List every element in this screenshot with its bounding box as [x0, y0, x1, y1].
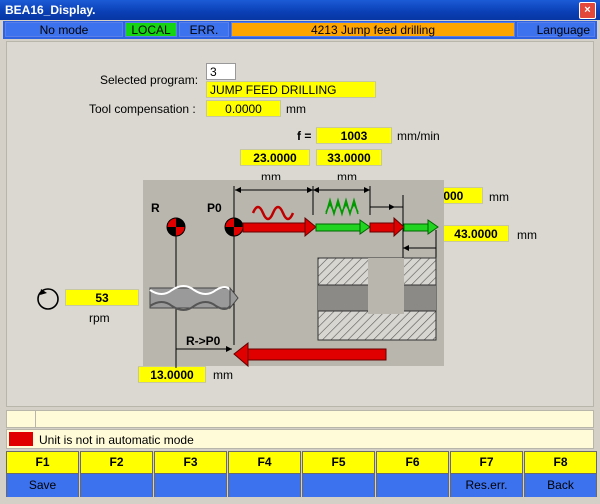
- dim-arrow-1b: [307, 187, 313, 193]
- p0-label: P0: [207, 201, 222, 215]
- f7-key-label: F7: [451, 452, 522, 474]
- f1-save-button[interactable]: F1 Save: [6, 451, 79, 497]
- return-arrow-body: [247, 348, 387, 361]
- approach-arrow-head: [304, 216, 317, 238]
- approach-arrow-body: [242, 222, 306, 233]
- f2-button[interactable]: F2: [80, 451, 153, 497]
- f3-action-label: [155, 474, 226, 497]
- f4-action-label: [229, 474, 300, 497]
- f1-action-label: Save: [7, 474, 78, 497]
- f8-action-label: Back: [525, 474, 596, 497]
- function-key-bar: F1 Save F2 F3 F4 F5 F6 F7 Res.err. F8 Ba…: [6, 451, 597, 497]
- r-p0-dim-arrow: [226, 346, 232, 352]
- application-window: BEA16_Display. × No mode LOCAL ERR. 4213…: [0, 0, 600, 504]
- f2-action-label: [81, 474, 152, 497]
- f7-reset-error-button[interactable]: F7 Res.err.: [450, 451, 523, 497]
- feed-zigzag-icon: [325, 197, 359, 217]
- f8-back-button[interactable]: F8 Back: [524, 451, 597, 497]
- f2-key-label: F2: [81, 452, 152, 474]
- workpiece-icon: [317, 257, 437, 341]
- rapid-traverse-icon: [251, 205, 295, 221]
- f5-key-label: F5: [303, 452, 374, 474]
- dim-arrow-3: [389, 204, 395, 210]
- dim-arrow-2a: [313, 187, 319, 193]
- p0-marker-icon: [224, 217, 244, 237]
- dim-arrow-4: [403, 245, 409, 251]
- f7-action-label: Res.err.: [451, 474, 522, 497]
- f6-key-label: F6: [377, 452, 448, 474]
- dim-arrow-1a: [235, 187, 241, 193]
- f6-action-label: [377, 474, 448, 497]
- r-marker-icon: [166, 217, 186, 237]
- f5-action-label: [303, 474, 374, 497]
- return-arrow-head: [233, 341, 249, 368]
- message-row-1: [6, 410, 594, 428]
- retract-arrow-body: [369, 222, 395, 233]
- f4-key-label: F4: [229, 452, 300, 474]
- drill-arrow-1-body: [315, 223, 361, 232]
- dim-arrow-2b: [364, 187, 370, 193]
- f6-button[interactable]: F6: [376, 451, 449, 497]
- f5-button[interactable]: F5: [302, 451, 375, 497]
- drill-arrow-1-head: [359, 219, 371, 235]
- f3-key-label: F3: [155, 452, 226, 474]
- f1-key-label: F1: [7, 452, 78, 474]
- message-text-2: Unit is not in automatic mode: [39, 433, 194, 447]
- r-p0-label: R->P0: [186, 334, 221, 348]
- drill-arrow-2-body: [403, 223, 429, 232]
- message-row-2: Unit is not in automatic mode: [6, 429, 594, 449]
- f3-button[interactable]: F3: [154, 451, 227, 497]
- f4-button[interactable]: F4: [228, 451, 301, 497]
- f8-key-label: F8: [525, 452, 596, 474]
- r-label: R: [151, 201, 160, 215]
- error-indicator-box: [9, 432, 33, 446]
- drill-bit-icon: [149, 285, 239, 311]
